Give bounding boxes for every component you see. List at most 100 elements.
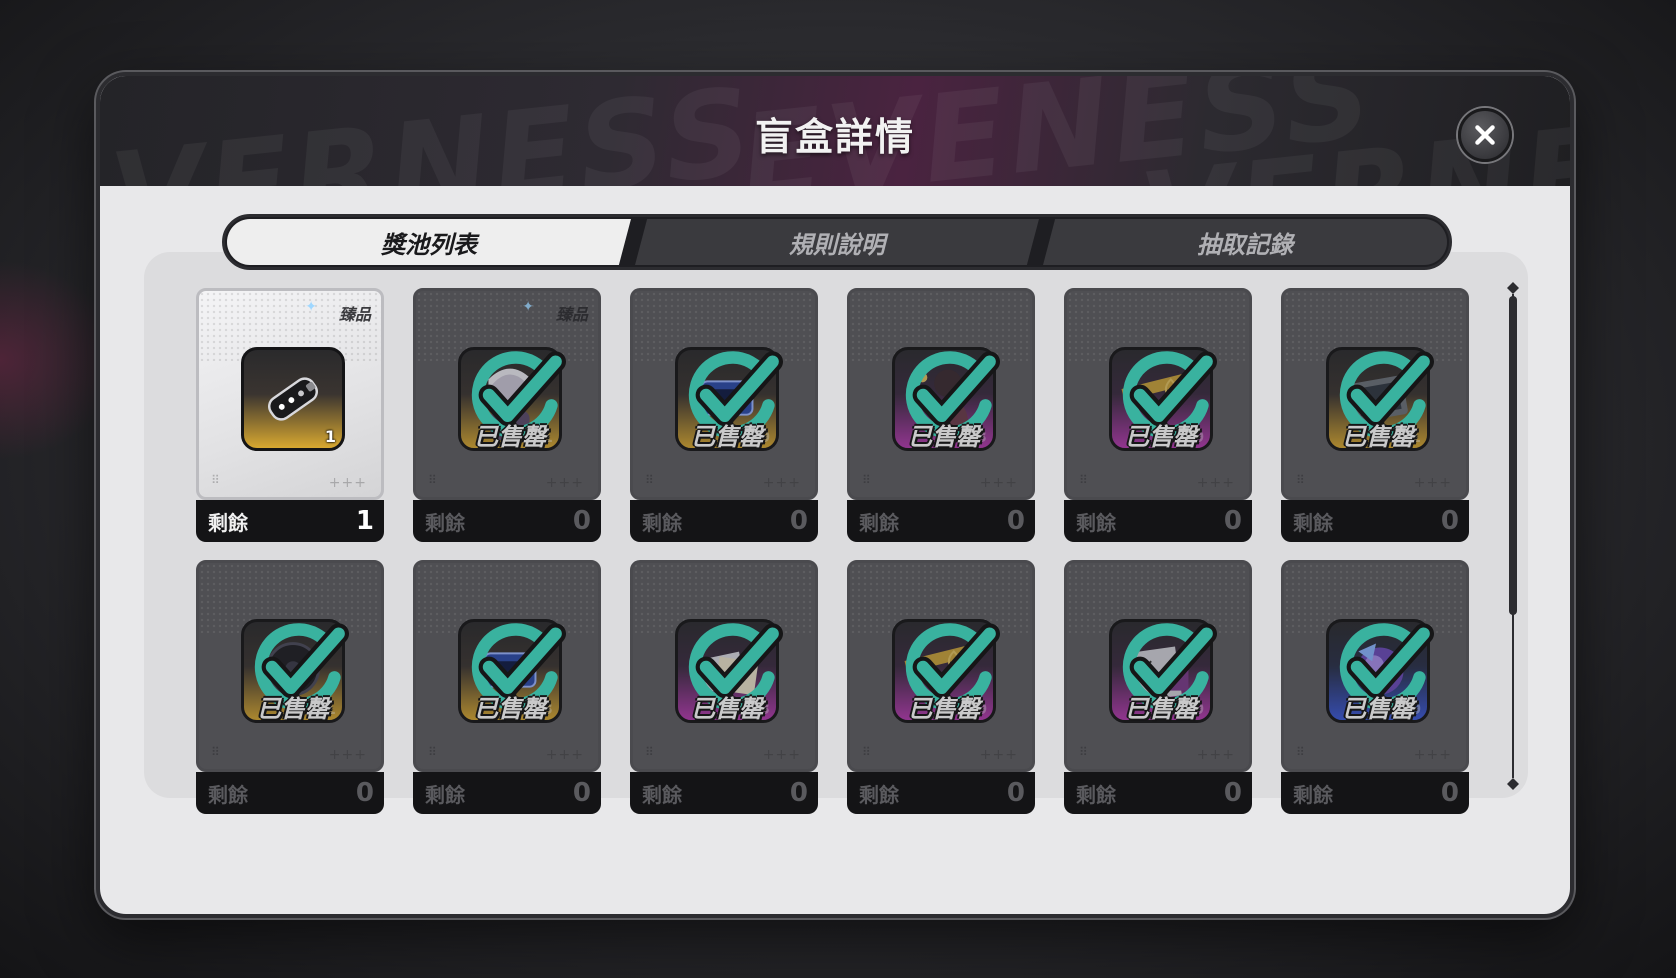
remaining-value: 0 bbox=[789, 778, 808, 808]
rare-badge: 臻品 bbox=[555, 305, 588, 324]
sold-out-label: 已售罄 bbox=[1342, 695, 1414, 723]
remaining-label: 剩餘 bbox=[1076, 510, 1116, 535]
prize-card[interactable]: 0 已售罄 ⠿ +++ 剩餘 0 bbox=[847, 560, 1035, 814]
remaining-value: 0 bbox=[572, 778, 591, 808]
sparkle-icon: ✦ bbox=[305, 299, 317, 315]
remaining-value: 0 bbox=[1006, 506, 1025, 536]
remaining-bar: 剩餘 1 bbox=[196, 500, 384, 542]
dialog-header: VERNESS EVENESS VERNESS 盲盒詳情 bbox=[100, 76, 1570, 186]
remaining-label: 剩餘 bbox=[859, 510, 899, 535]
remaining-value: 0 bbox=[1440, 778, 1459, 808]
tab-bar: 獎池列表 規則說明 抽取記錄 bbox=[222, 214, 1452, 270]
corner-dots-icon: ⠿ bbox=[1079, 745, 1088, 759]
remaining-label: 剩餘 bbox=[642, 782, 682, 807]
prize-card[interactable]: 1 已售罄 ⠿ +++ 剩餘 0 bbox=[1281, 288, 1469, 542]
tab-rules[interactable]: 規則說明 bbox=[635, 219, 1039, 265]
blind-box-details-dialog: VERNESS EVENESS VERNESS 盲盒詳情 ✦ 臻品 1 ⠿ +++ 剩餘 1… bbox=[96, 72, 1574, 918]
car-key-icon: 1 bbox=[241, 347, 345, 451]
corner-dots-icon: ⠿ bbox=[645, 745, 654, 759]
sold-out-label: 已售罄 bbox=[474, 695, 546, 723]
sold-out-label: 已售罄 bbox=[908, 423, 980, 451]
remaining-value: 0 bbox=[572, 506, 591, 536]
remaining-label: 剩餘 bbox=[1076, 782, 1116, 807]
prize-card[interactable]: 3 已售罄 ⠿ +++ 剩餘 0 bbox=[847, 288, 1035, 542]
card-face: 1 已售罄 ⠿ +++ bbox=[1281, 288, 1469, 500]
card-face: 0 已售罄 ⠿ +++ bbox=[847, 560, 1035, 772]
remaining-value: 0 bbox=[1006, 778, 1025, 808]
remaining-bar: 剩餘 0 bbox=[1064, 772, 1252, 814]
remaining-bar: 剩餘 0 bbox=[1281, 772, 1469, 814]
remaining-value: 0 bbox=[355, 778, 374, 808]
remaining-label: 剩餘 bbox=[1293, 782, 1333, 807]
remaining-bar: 剩餘 0 bbox=[413, 500, 601, 542]
corner-plus-icon: +++ bbox=[762, 747, 801, 763]
remaining-label: 剩餘 bbox=[425, 510, 465, 535]
remaining-label: 剩餘 bbox=[208, 782, 248, 807]
corner-dots-icon: ⠿ bbox=[1296, 745, 1305, 759]
dialog-title: 盲盒詳情 bbox=[754, 115, 915, 159]
remaining-value: 0 bbox=[1223, 506, 1242, 536]
remaining-value: 0 bbox=[1440, 506, 1459, 536]
prize-card[interactable]: 3 已售罄 ⠿ +++ 剩餘 0 bbox=[413, 560, 601, 814]
prize-card[interactable]: 0 已售罄 ⠿ +++ 剩餘 0 bbox=[630, 288, 818, 542]
remaining-bar: 剩餘 0 bbox=[196, 772, 384, 814]
sold-out-label: 已售罄 bbox=[691, 695, 763, 723]
card-face: 3 已售罄 ⠿ +++ bbox=[413, 560, 601, 772]
tab-prize-pool-list[interactable]: 獎池列表 bbox=[227, 219, 631, 265]
corner-dots-icon: ⠿ bbox=[211, 745, 220, 759]
card-face: 0 已售罄 ⠿ +++ bbox=[630, 288, 818, 500]
card-face: 0 已售罄 ⠿ +++ bbox=[1064, 288, 1252, 500]
sold-out-overlay: 已售罄 bbox=[458, 619, 566, 723]
remaining-bar: 剩餘 0 bbox=[847, 500, 1035, 542]
corner-plus-icon: +++ bbox=[762, 475, 801, 491]
corner-plus-icon: +++ bbox=[979, 747, 1018, 763]
prize-card[interactable]: 0 已售罄 ⠿ +++ 剩餘 0 bbox=[1281, 560, 1469, 814]
sold-out-overlay: 已售罄 bbox=[675, 347, 783, 451]
corner-dots-icon: ⠿ bbox=[1296, 473, 1305, 487]
corner-plus-icon: +++ bbox=[545, 747, 584, 763]
card-face: 3 已售罄 ⠿ +++ bbox=[847, 288, 1035, 500]
card-face: 3 已售罄 ⠿ +++ bbox=[630, 560, 818, 772]
sold-out-overlay: 已售罄 bbox=[241, 619, 349, 723]
prize-card[interactable]: 3 已售罄 ⠿ +++ 剩餘 0 bbox=[630, 560, 818, 814]
close-button[interactable] bbox=[1458, 108, 1512, 162]
remaining-value: 0 bbox=[789, 506, 808, 536]
corner-dots-icon: ⠿ bbox=[1079, 473, 1088, 487]
prize-card[interactable]: ✦ 臻品 1 已售罄 ⠿ +++ 剩餘 0 bbox=[413, 288, 601, 542]
corner-dots-icon: ⠿ bbox=[645, 473, 654, 487]
tab-draw-history[interactable]: 抽取記錄 bbox=[1043, 219, 1447, 265]
remaining-label: 剩餘 bbox=[859, 782, 899, 807]
corner-plus-icon: +++ bbox=[1196, 747, 1235, 763]
remaining-bar: 剩餘 0 bbox=[1281, 500, 1469, 542]
remaining-value: 0 bbox=[1223, 778, 1242, 808]
remaining-value: 1 bbox=[355, 506, 374, 536]
prize-card[interactable]: 0 已售罄 ⠿ +++ 剩餘 0 bbox=[1064, 560, 1252, 814]
remaining-bar: 剩餘 0 bbox=[1064, 500, 1252, 542]
corner-plus-icon: +++ bbox=[1196, 475, 1235, 491]
sold-out-overlay: 已售罄 bbox=[892, 619, 1000, 723]
scroll-down-arrow-icon[interactable] bbox=[1507, 778, 1519, 790]
sold-out-overlay: 已售罄 bbox=[1109, 347, 1217, 451]
prize-grid: ✦ 臻品 1 ⠿ +++ 剩餘 1 ✦ 臻品 1 已售罄 ⠿ +++ 剩餘 0 0 已售罄 ⠿ +++ 剩餘 0 3 已售罄… bbox=[196, 288, 1469, 814]
prize-card[interactable]: 1 已售罄 ⠿ +++ 剩餘 0 bbox=[196, 560, 384, 814]
scrollbar[interactable] bbox=[1506, 282, 1520, 790]
corner-plus-icon: +++ bbox=[1413, 747, 1452, 763]
remaining-label: 剩餘 bbox=[642, 510, 682, 535]
sold-out-label: 已售罄 bbox=[1342, 423, 1414, 451]
corner-dots-icon: ⠿ bbox=[211, 473, 220, 487]
sold-out-overlay: 已售罄 bbox=[892, 347, 1000, 451]
scroll-up-arrow-icon[interactable] bbox=[1507, 282, 1519, 294]
sold-out-overlay: 已售罄 bbox=[1326, 347, 1434, 451]
item-count: 1 bbox=[324, 427, 336, 446]
corner-plus-icon: +++ bbox=[1413, 475, 1452, 491]
prize-card[interactable]: 0 已售罄 ⠿ +++ 剩餘 0 bbox=[1064, 288, 1252, 542]
sparkle-icon: ✦ bbox=[522, 299, 534, 315]
prize-card[interactable]: ✦ 臻品 1 ⠿ +++ 剩餘 1 bbox=[196, 288, 384, 542]
sold-out-label: 已售罄 bbox=[908, 695, 980, 723]
scroll-thumb[interactable] bbox=[1509, 296, 1517, 615]
corner-dots-icon: ⠿ bbox=[862, 473, 871, 487]
card-face: ✦ 臻品 1 ⠿ +++ bbox=[196, 288, 384, 500]
card-face: 1 已售罄 ⠿ +++ bbox=[196, 560, 384, 772]
card-face: 0 已售罄 ⠿ +++ bbox=[1281, 560, 1469, 772]
corner-dots-icon: ⠿ bbox=[862, 745, 871, 759]
